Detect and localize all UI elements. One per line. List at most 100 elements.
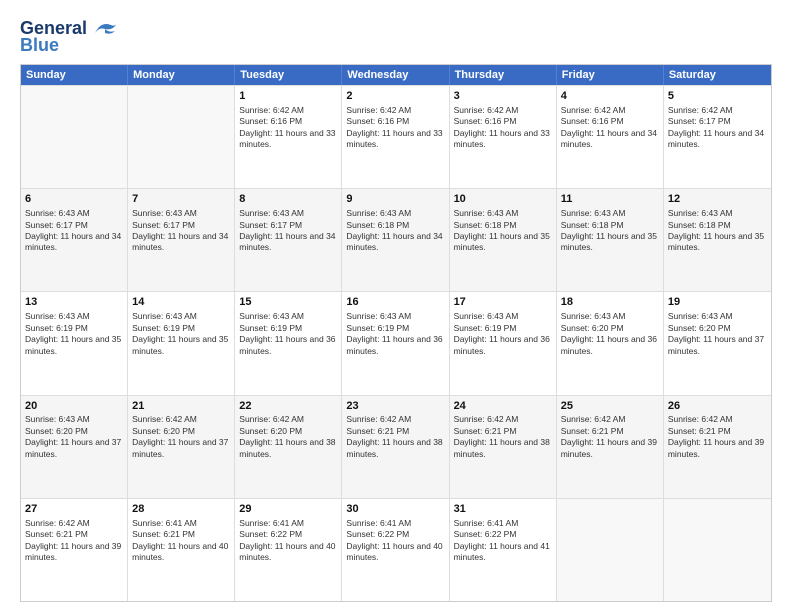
calendar-cell <box>128 86 235 188</box>
calendar-cell <box>21 86 128 188</box>
sunrise-text: Sunrise: 6:42 AM <box>561 105 626 115</box>
day-number: 16 <box>346 295 444 310</box>
day-number: 2 <box>346 89 444 104</box>
day-number: 31 <box>454 502 552 517</box>
day-number: 23 <box>346 399 444 414</box>
daylight-text: Daylight: 11 hours and 39 minutes. <box>561 437 657 458</box>
calendar-cell: 23Sunrise: 6:42 AMSunset: 6:21 PMDayligh… <box>342 396 449 498</box>
calendar-cell: 24Sunrise: 6:42 AMSunset: 6:21 PMDayligh… <box>450 396 557 498</box>
sunset-text: Sunset: 6:19 PM <box>454 323 517 333</box>
calendar-cell: 12Sunrise: 6:43 AMSunset: 6:18 PMDayligh… <box>664 189 771 291</box>
daylight-text: Daylight: 11 hours and 33 minutes. <box>454 128 550 149</box>
sunset-text: Sunset: 6:16 PM <box>561 116 624 126</box>
calendar-row-1: 1Sunrise: 6:42 AMSunset: 6:16 PMDaylight… <box>21 85 771 188</box>
sunset-text: Sunset: 6:16 PM <box>239 116 302 126</box>
day-number: 7 <box>132 192 230 207</box>
daylight-text: Daylight: 11 hours and 41 minutes. <box>454 541 550 562</box>
sunrise-text: Sunrise: 6:43 AM <box>668 208 733 218</box>
calendar-cell: 8Sunrise: 6:43 AMSunset: 6:17 PMDaylight… <box>235 189 342 291</box>
sunrise-text: Sunrise: 6:43 AM <box>132 208 197 218</box>
daylight-text: Daylight: 11 hours and 38 minutes. <box>454 437 550 458</box>
sunset-text: Sunset: 6:22 PM <box>454 529 517 539</box>
daylight-text: Daylight: 11 hours and 35 minutes. <box>132 334 228 355</box>
header-day-tuesday: Tuesday <box>235 65 342 85</box>
logo: General Blue <box>20 18 119 56</box>
daylight-text: Daylight: 11 hours and 34 minutes. <box>25 231 121 252</box>
day-number: 19 <box>668 295 767 310</box>
calendar-cell: 22Sunrise: 6:42 AMSunset: 6:20 PMDayligh… <box>235 396 342 498</box>
daylight-text: Daylight: 11 hours and 36 minutes. <box>454 334 550 355</box>
sunrise-text: Sunrise: 6:41 AM <box>454 518 519 528</box>
daylight-text: Daylight: 11 hours and 37 minutes. <box>132 437 228 458</box>
sunrise-text: Sunrise: 6:42 AM <box>668 105 733 115</box>
page: General Blue SundayMondayTuesdayWednesda… <box>0 0 792 612</box>
daylight-text: Daylight: 11 hours and 38 minutes. <box>346 437 442 458</box>
daylight-text: Daylight: 11 hours and 39 minutes. <box>668 437 764 458</box>
sunrise-text: Sunrise: 6:41 AM <box>239 518 304 528</box>
daylight-text: Daylight: 11 hours and 37 minutes. <box>668 334 764 355</box>
calendar-cell <box>664 499 771 601</box>
calendar-cell: 13Sunrise: 6:43 AMSunset: 6:19 PMDayligh… <box>21 292 128 394</box>
sunrise-text: Sunrise: 6:43 AM <box>561 311 626 321</box>
daylight-text: Daylight: 11 hours and 40 minutes. <box>132 541 228 562</box>
sunset-text: Sunset: 6:19 PM <box>239 323 302 333</box>
sunrise-text: Sunrise: 6:43 AM <box>346 311 411 321</box>
sunset-text: Sunset: 6:17 PM <box>132 220 195 230</box>
sunset-text: Sunset: 6:22 PM <box>239 529 302 539</box>
sunrise-text: Sunrise: 6:42 AM <box>346 105 411 115</box>
daylight-text: Daylight: 11 hours and 34 minutes. <box>561 128 657 149</box>
sunset-text: Sunset: 6:17 PM <box>668 116 731 126</box>
day-number: 24 <box>454 399 552 414</box>
daylight-text: Daylight: 11 hours and 36 minutes. <box>561 334 657 355</box>
sunset-text: Sunset: 6:21 PM <box>346 426 409 436</box>
sunrise-text: Sunrise: 6:42 AM <box>132 414 197 424</box>
sunset-text: Sunset: 6:18 PM <box>346 220 409 230</box>
day-number: 17 <box>454 295 552 310</box>
header-day-thursday: Thursday <box>450 65 557 85</box>
daylight-text: Daylight: 11 hours and 36 minutes. <box>239 334 335 355</box>
sunrise-text: Sunrise: 6:43 AM <box>132 311 197 321</box>
sunrise-text: Sunrise: 6:42 AM <box>25 518 90 528</box>
sunset-text: Sunset: 6:21 PM <box>25 529 88 539</box>
calendar-cell: 10Sunrise: 6:43 AMSunset: 6:18 PMDayligh… <box>450 189 557 291</box>
calendar-cell: 16Sunrise: 6:43 AMSunset: 6:19 PMDayligh… <box>342 292 449 394</box>
daylight-text: Daylight: 11 hours and 35 minutes. <box>454 231 550 252</box>
calendar-cell: 31Sunrise: 6:41 AMSunset: 6:22 PM Dayligh… <box>450 499 557 601</box>
sunrise-text: Sunrise: 6:43 AM <box>561 208 626 218</box>
header-day-friday: Friday <box>557 65 664 85</box>
sunset-text: Sunset: 6:22 PM <box>346 529 409 539</box>
calendar-cell: 2Sunrise: 6:42 AMSunset: 6:16 PMDaylight… <box>342 86 449 188</box>
sunset-text: Sunset: 6:21 PM <box>668 426 731 436</box>
sunrise-text: Sunrise: 6:43 AM <box>25 311 90 321</box>
calendar-cell: 20Sunrise: 6:43 AMSunset: 6:20 PMDayligh… <box>21 396 128 498</box>
calendar-cell: 30Sunrise: 6:41 AMSunset: 6:22 PMDayligh… <box>342 499 449 601</box>
calendar-cell: 6Sunrise: 6:43 AMSunset: 6:17 PMDaylight… <box>21 189 128 291</box>
calendar-cell: 11Sunrise: 6:43 AMSunset: 6:18 PMDayligh… <box>557 189 664 291</box>
sunset-text: Sunset: 6:16 PM <box>346 116 409 126</box>
sunrise-text: Sunrise: 6:43 AM <box>454 208 519 218</box>
sunset-text: Sunset: 6:20 PM <box>25 426 88 436</box>
logo-bird-icon <box>91 19 119 39</box>
calendar-body: 1Sunrise: 6:42 AMSunset: 6:16 PMDaylight… <box>21 85 771 601</box>
header-day-sunday: Sunday <box>21 65 128 85</box>
sunrise-text: Sunrise: 6:42 AM <box>454 105 519 115</box>
calendar-row-4: 20Sunrise: 6:43 AMSunset: 6:20 PMDayligh… <box>21 395 771 498</box>
sunrise-text: Sunrise: 6:43 AM <box>239 311 304 321</box>
sunset-text: Sunset: 6:20 PM <box>561 323 624 333</box>
calendar-cell: 14Sunrise: 6:43 AM Sunset: 6:19 PMDayligh… <box>128 292 235 394</box>
daylight-text: Daylight: 11 hours and 33 minutes. <box>239 128 335 149</box>
calendar-cell: 27Sunrise: 6:42 AMSunset: 6:21 PMDayligh… <box>21 499 128 601</box>
sunrise-text: Sunrise: 6:42 AM <box>668 414 733 424</box>
calendar-cell: 7Sunrise: 6:43 AMSunset: 6:17 PMDaylight… <box>128 189 235 291</box>
sunset-text: Sunset: 6:19 PM <box>25 323 88 333</box>
day-number: 28 <box>132 502 230 517</box>
calendar-cell: 9Sunrise: 6:43 AMSunset: 6:18 PMDaylight… <box>342 189 449 291</box>
sunset-text: Sunset: 6:19 PM <box>132 323 195 333</box>
day-number: 8 <box>239 192 337 207</box>
sunset-text: Sunset: 6:19 PM <box>346 323 409 333</box>
day-number: 14 <box>132 295 230 310</box>
calendar-cell: 18Sunrise: 6:43 AMSunset: 6:20 PMDayligh… <box>557 292 664 394</box>
calendar-cell: 21Sunrise: 6:42 AMSunset: 6:20 PMDayligh… <box>128 396 235 498</box>
calendar-cell: 1Sunrise: 6:42 AMSunset: 6:16 PMDaylight… <box>235 86 342 188</box>
daylight-text: Daylight: 11 hours and 35 minutes. <box>668 231 764 252</box>
